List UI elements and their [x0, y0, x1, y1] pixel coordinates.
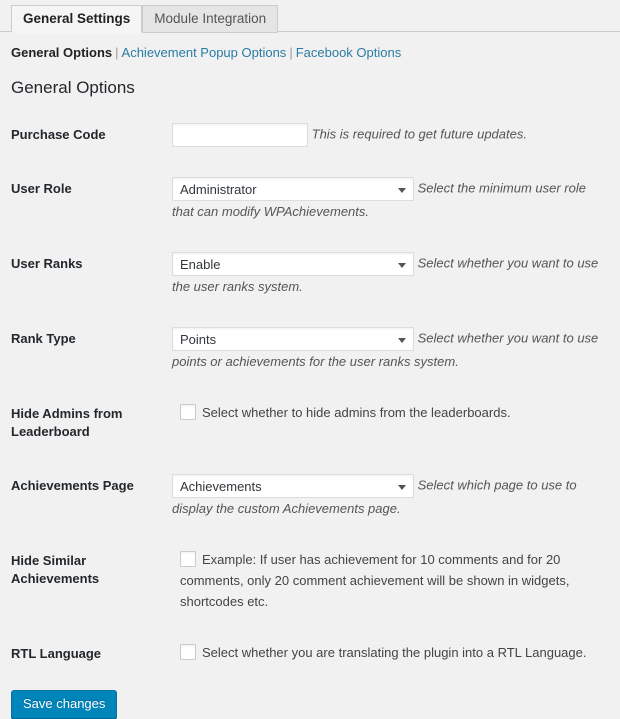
control-cell-achievements-page: Achievements Select which page to use to… [172, 459, 620, 534]
settings-form-table: Purchase Code This is required to get fu… [0, 108, 620, 681]
subnav-current-general-options: General Options [11, 45, 113, 60]
control-cell-user-ranks: Enable Select whether you want to use th… [172, 237, 620, 312]
user-ranks-select[interactable]: Enable [172, 252, 414, 276]
subnav-link-facebook-options[interactable]: Facebook Options [296, 45, 402, 60]
label-rank-type: Rank Type [11, 331, 76, 346]
tab-general-settings-label: General Settings [23, 11, 131, 26]
purchase-code-description: This is required to get future updates. [311, 126, 527, 142]
rtl-language-description: Select whether you are translating the p… [202, 645, 587, 660]
tab-module-integration[interactable]: Module Integration [142, 5, 279, 33]
subnav-separator-1: | [115, 45, 119, 60]
hide-admins-description: Select whether to hide admins from the l… [202, 405, 511, 420]
label-hide-similar-achievements: Hide Similar Achievements [11, 553, 100, 586]
hide-similar-achievements-checkbox[interactable] [180, 551, 196, 567]
rank-type-select[interactable]: Points [172, 327, 414, 351]
tab-module-integration-label: Module Integration [154, 11, 267, 26]
field-row-rank-type: Rank Type Points Select whether you want… [0, 312, 620, 387]
field-row-hide-admins: Hide Admins from Leaderboard Select whet… [0, 387, 620, 459]
field-row-purchase-code: Purchase Code This is required to get fu… [0, 108, 620, 162]
control-cell-rank-type: Points Select whether you want to use po… [172, 312, 620, 387]
field-row-user-ranks: User Ranks Enable Select whether you wan… [0, 237, 620, 312]
purchase-code-input[interactable] [172, 123, 308, 147]
subnav-link-achievement-popup-options[interactable]: Achievement Popup Options [122, 45, 287, 60]
save-button-container: Save changes [0, 681, 620, 719]
tab-general-settings[interactable]: General Settings [11, 5, 143, 33]
control-cell-purchase-code: This is required to get future updates. [172, 108, 620, 162]
field-row-rtl-language: RTL Language Select whether you are tran… [0, 627, 620, 681]
field-row-user-role: User Role Administrator Select the minim… [0, 162, 620, 237]
label-achievements-page: Achievements Page [11, 478, 134, 493]
field-row-achievements-page: Achievements Page Achievements Select wh… [0, 459, 620, 534]
chevron-down-icon [398, 263, 406, 268]
save-changes-button[interactable]: Save changes [11, 690, 118, 719]
control-cell-user-role: Administrator Select the minimum user ro… [172, 162, 620, 237]
user-ranks-selected-value: Enable [180, 257, 221, 272]
hide-similar-achievements-description: Example: If user has achievement for 10 … [180, 552, 570, 609]
user-role-select[interactable]: Administrator [172, 177, 414, 201]
rank-type-selected-value: Points [180, 332, 217, 347]
page-title: General Options [11, 78, 135, 97]
label-purchase-code: Purchase Code [11, 127, 106, 142]
label-hide-admins-from-leaderboard: Hide Admins from Leaderboard [11, 406, 123, 439]
field-row-hide-similar-achievements: Hide Similar Achievements Example: If us… [0, 534, 620, 627]
control-cell-hide-similar-achievements: Example: If user has achievement for 10 … [172, 534, 620, 627]
label-user-role: User Role [11, 181, 72, 196]
control-cell-rtl-language: Select whether you are translating the p… [172, 627, 620, 681]
achievements-page-select[interactable]: Achievements [172, 474, 414, 498]
tab-bar: General Settings Module Integration [0, 0, 620, 33]
control-cell-hide-admins: Select whether to hide admins from the l… [172, 387, 620, 459]
subnav-separator-2: | [289, 45, 293, 60]
label-rtl-language: RTL Language [11, 646, 102, 661]
chevron-down-icon [398, 338, 406, 343]
chevron-down-icon [398, 188, 406, 193]
subnav: General Options | Achievement Popup Option… [0, 32, 620, 61]
rtl-language-checkbox[interactable] [180, 644, 196, 660]
achievements-page-selected-value: Achievements [180, 479, 262, 494]
label-user-ranks: User Ranks [11, 256, 83, 271]
hide-admins-checkbox[interactable] [180, 404, 196, 420]
chevron-down-icon [398, 485, 406, 490]
user-role-selected-value: Administrator [180, 182, 257, 197]
